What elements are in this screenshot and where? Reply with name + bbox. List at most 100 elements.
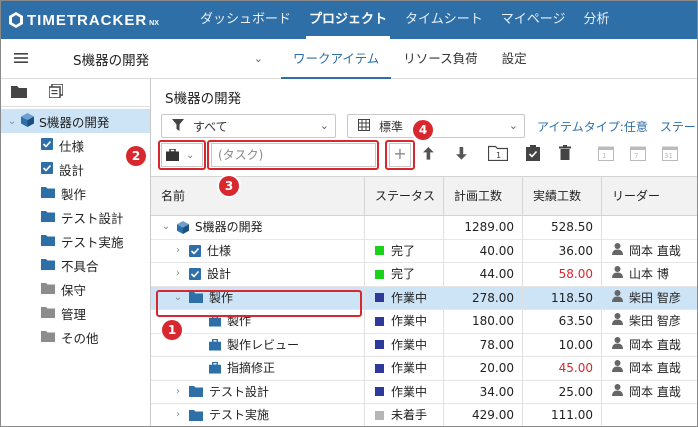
view-select[interactable]: 標準 ⌄ [347,114,525,138]
cell-leader[interactable]: 岡本 直哉 [602,240,697,263]
tree-item[interactable]: その他 [1,325,150,349]
table-row[interactable]: ⌄ S機器の開発 1289.00 528.50 [151,216,697,240]
filter-select[interactable]: すべて ⌄ [161,114,336,138]
list-view-icon[interactable] [48,83,64,101]
cell-plan[interactable]: 34.00 [444,380,523,403]
cell-actual[interactable]: 25.00 [523,380,602,403]
nav-analysis[interactable]: 分析 [575,1,619,39]
nav-mypage[interactable]: マイページ [492,1,575,39]
chevron-right-icon[interactable]: › [171,263,185,285]
cell-leader[interactable]: 柴田 智彦 [602,310,697,333]
cell-status[interactable]: 作業中 [365,310,444,333]
person-icon [612,357,623,379]
nav-project[interactable]: プロジェクト [300,1,396,39]
cell-name[interactable]: 指摘修正 [151,357,365,380]
status-color-icon [375,340,384,350]
cell-actual[interactable]: 10.00 [523,333,602,356]
trash-icon[interactable] [559,145,571,163]
cell-leader[interactable]: 岡本 直哉 [602,334,697,357]
view-value: 標準 [379,119,404,134]
col-plan-header[interactable]: 計画工数 [444,177,523,215]
tree-item[interactable]: テスト設計 [1,205,150,229]
move-down-icon[interactable] [456,147,468,164]
col-actual-header[interactable]: 実績工数 [523,177,602,215]
app-logo[interactable]: TIMETRACKER NX [1,12,191,29]
menu-icon[interactable] [1,52,41,66]
table-row[interactable]: 指摘修正 作業中 20.00 45.00 岡本 直哉 [151,357,697,381]
folder-move-icon[interactable]: 1 [487,145,509,164]
cell-status[interactable]: 作業中 [365,286,444,309]
tree-item[interactable]: 保守 [1,277,150,301]
nav-dashboard[interactable]: ダッシュボード [191,1,300,39]
table-row[interactable]: 製作レビュー 作業中 78.00 10.00 岡本 直哉 [151,333,697,357]
cell-plan[interactable]: 429.00 [444,404,523,426]
cell-name[interactable]: › テスト設計 [151,380,365,403]
cell-status[interactable] [365,216,444,239]
cell-actual[interactable]: 36.00 [523,239,602,262]
item-type-link[interactable]: アイテムタイプ:任意ステータ [537,118,697,135]
tab-resource-load[interactable]: リソース負荷 [391,39,489,79]
calendar-week-icon[interactable]: 7 [630,145,646,164]
cell-plan[interactable]: 78.00 [444,333,523,356]
cell-status[interactable]: 完了 [365,263,444,286]
cell-leader[interactable]: 山本 博 [602,263,697,286]
cell-leader[interactable]: 岡本 直哉 [602,357,697,380]
cell-status[interactable]: 作業中 [365,333,444,356]
cell-actual[interactable]: 63.50 [523,310,602,333]
chevron-right-icon[interactable]: › [171,404,185,426]
table-row[interactable]: › 仕様 完了 40.00 36.00 岡本 直哉 [151,239,697,263]
cell-plan[interactable]: 278.00 [444,286,523,309]
nav-timesheet[interactable]: タイムシート [396,1,492,39]
cell-name[interactable]: ⌄ S機器の開発 [151,216,365,239]
cell-leader[interactable] [602,216,697,239]
tree-item[interactable]: 管理 [1,301,150,325]
col-leader-header[interactable]: リーダー [602,177,697,215]
cell-leader[interactable]: 岡本 直哉 [602,381,697,404]
cell-status[interactable]: 完了 [365,239,444,262]
tree-item[interactable]: テスト実施 [1,229,150,253]
cell-plan[interactable]: 44.00 [444,263,523,286]
cell-plan[interactable]: 180.00 [444,310,523,333]
cell-actual[interactable]: 111.00 [523,404,602,426]
status-filter-link[interactable]: ステータ [660,120,697,134]
callout-badge-1: 1 [162,320,182,340]
cell-actual[interactable]: 45.00 [523,357,602,380]
status-color-icon [375,246,384,256]
cell-name[interactable]: › 仕様 [151,239,365,262]
chevron-down-icon[interactable]: ⌄ [159,216,173,238]
cell-leader[interactable] [602,404,697,426]
cell-name[interactable]: › テスト実施 [151,404,365,426]
tab-settings[interactable]: 設定 [490,39,539,79]
table-row[interactable]: › 設計 完了 44.00 58.00 山本 博 [151,263,697,287]
cell-actual[interactable]: 58.00 [523,263,602,286]
col-name-header[interactable]: 名前 [151,177,365,215]
chevron-down-icon[interactable]: ⌄ [5,116,19,127]
tree-item[interactable]: 不具合 [1,253,150,277]
cell-actual[interactable]: 118.50 [523,286,602,309]
clipboard-check-icon[interactable] [526,145,540,164]
chevron-right-icon[interactable]: › [171,381,185,403]
cell-name[interactable]: › 設計 [151,263,365,286]
cell-actual[interactable]: 528.50 [523,216,602,239]
calendar-month-icon[interactable]: 31 [662,145,678,164]
chevron-right-icon[interactable]: › [171,240,185,262]
cell-plan[interactable]: 40.00 [444,239,523,262]
cell-plan[interactable]: 20.00 [444,357,523,380]
move-up-icon[interactable] [423,147,435,164]
tree-item[interactable]: 製作 [1,181,150,205]
row-leader: 柴田 智彦 [629,290,681,305]
table-row[interactable]: › テスト実施 未着手 429.00 111.00 [151,404,697,426]
table-row[interactable]: › テスト設計 作業中 34.00 25.00 岡本 直哉 [151,380,697,404]
folder-view-icon[interactable] [11,85,27,101]
tree-root[interactable]: ⌄ S機器の開発 [1,109,150,133]
cell-plan[interactable]: 1289.00 [444,216,523,239]
cell-status[interactable]: 作業中 [365,357,444,380]
calendar-start-icon[interactable]: 1 [598,145,614,164]
cell-status[interactable]: 作業中 [365,380,444,403]
col-status-header[interactable]: ステータス [365,177,444,215]
cell-name[interactable]: 製作レビュー [151,333,365,356]
cell-leader[interactable]: 柴田 智彦 [602,287,697,310]
tab-work-items[interactable]: ワークアイテム [281,39,392,79]
project-select[interactable]: S機器の開発 ⌄ [41,49,273,69]
cell-status[interactable]: 未着手 [365,404,444,426]
